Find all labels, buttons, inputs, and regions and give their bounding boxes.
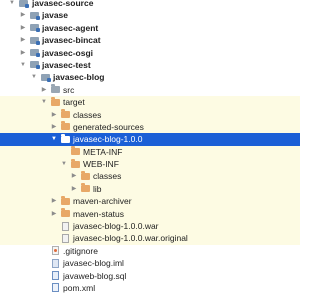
tree-item-war-original-file[interactable]: javasec-blog-1.0.0.war.original	[0, 232, 300, 245]
tree-item-label: javasec-blog-1.0.0.war	[73, 221, 159, 232]
chevron-down-icon[interactable]: ▼	[40, 96, 48, 108]
tree-item-label: javaweb-blog.sql	[63, 270, 127, 281]
file-icon	[62, 233, 69, 243]
chevron-right-icon[interactable]: ▶	[40, 84, 48, 96]
module-folder-icon	[19, 0, 29, 8]
tree-item-label: META-INF	[83, 146, 123, 157]
tree-item-javasec-bincat[interactable]: ▶ javasec-bincat	[0, 34, 300, 46]
excluded-folder-icon	[61, 109, 70, 119]
tree-item-label: src	[63, 84, 75, 95]
module-folder-icon	[41, 73, 51, 82]
module-folder-icon	[30, 49, 40, 58]
tree-item-classes[interactable]: ▶ classes	[0, 108, 300, 121]
excluded-folder-icon	[51, 96, 60, 106]
tree-item-lib[interactable]: ▶ lib	[0, 182, 300, 196]
chevron-right-icon[interactable]: ▶	[19, 9, 27, 21]
excluded-folder-icon	[81, 183, 90, 193]
chevron-down-icon[interactable]: ▼	[8, 0, 16, 9]
chevron-right-icon[interactable]: ▶	[50, 195, 58, 207]
tree-item-web-inf[interactable]: ▼ WEB-INF	[0, 158, 300, 171]
tree-item-label: javasec-blog-1.0.0.war.original	[73, 233, 188, 244]
excluded-folder-icon	[61, 208, 70, 218]
folder-icon	[51, 84, 60, 94]
tree-item-meta-inf[interactable]: META-INF	[0, 145, 300, 159]
chevron-down-icon[interactable]: ▼	[30, 71, 38, 83]
tree-item-target[interactable]: ▼ target	[0, 96, 300, 109]
tree-item-iml-file[interactable]: javasec-blog.iml	[0, 257, 300, 269]
folder-icon	[61, 133, 70, 143]
chevron-right-icon[interactable]: ▶	[19, 22, 27, 34]
sql-file-icon	[52, 271, 59, 281]
tree-item-label: generated-sources	[73, 121, 144, 132]
tree-item-javasec-osgi[interactable]: ▶ javasec-osgi	[0, 47, 300, 59]
chevron-right-icon[interactable]: ▶	[50, 109, 58, 121]
tree-item-label: classes	[73, 109, 102, 120]
tree-item-label: .gitignore	[63, 245, 98, 256]
tree-item-src[interactable]: ▶ src	[0, 84, 300, 96]
xml-file-icon	[52, 283, 59, 293]
chevron-down-icon[interactable]: ▼	[19, 59, 27, 71]
iml-file-icon	[52, 258, 59, 268]
tree-item-label: javase	[42, 10, 68, 21]
tree-item-javasec-test[interactable]: ▼ javasec-test	[0, 59, 300, 71]
chevron-right-icon[interactable]: ▶	[19, 47, 27, 59]
excluded-folder-icon	[71, 146, 80, 156]
excluded-folder-icon	[61, 195, 70, 205]
tree-item-javasec-agent[interactable]: ▶ javasec-agent	[0, 22, 300, 34]
tree-item-label: javasec-test	[42, 59, 91, 70]
chevron-down-icon[interactable]: ▼	[50, 133, 58, 145]
tree-item-generated-sources[interactable]: ▶ generated-sources	[0, 120, 300, 134]
module-folder-icon	[30, 11, 40, 20]
module-folder-icon	[30, 61, 40, 70]
chevron-right-icon[interactable]: ▶	[70, 183, 78, 195]
tree-item-maven-status[interactable]: ▶ maven-status	[0, 207, 300, 221]
tree-item-label: WEB-INF	[83, 159, 119, 170]
excluded-folder-icon	[81, 170, 90, 180]
tree-item-label: javasec-bincat	[42, 35, 101, 46]
tree-item-javasec-blog[interactable]: ▼ javasec-blog	[0, 71, 300, 83]
tree-item-label: maven-archiver	[73, 196, 132, 207]
tree-item-label: javasec-source	[32, 0, 94, 8]
tree-item-label: javasec-agent	[42, 22, 99, 33]
tree-item-label: javasec-blog.iml	[63, 258, 124, 269]
project-tree: ▼ javasec-source ▶ javase ▶ javasec-agen…	[0, 0, 300, 294]
tree-item-web-inf-classes[interactable]: ▶ classes	[0, 170, 300, 183]
tree-item-label: classes	[93, 171, 122, 182]
excluded-folder-icon	[71, 158, 80, 168]
tree-item-label: maven-status	[73, 208, 125, 219]
tree-item-pom-xml[interactable]: pom.xml	[0, 282, 300, 294]
chevron-right-icon[interactable]: ▶	[70, 170, 78, 182]
module-folder-icon	[30, 24, 40, 33]
tree-item-war-file[interactable]: javasec-blog-1.0.0.war	[0, 220, 300, 233]
tree-item-javase[interactable]: ▶ javase	[0, 9, 300, 21]
tree-item-maven-archiver[interactable]: ▶ maven-archiver	[0, 195, 300, 208]
excluded-folder-icon	[61, 121, 70, 131]
tree-item-javasec-blog-1-0-0[interactable]: ▼ javasec-blog-1.0.0	[0, 133, 300, 146]
tree-item-label: lib	[93, 183, 102, 194]
chevron-down-icon[interactable]: ▼	[60, 158, 68, 170]
chevron-right-icon[interactable]: ▶	[50, 121, 58, 133]
archive-file-icon	[62, 221, 69, 231]
gitignore-file-icon	[52, 246, 59, 256]
tree-item-sql-file[interactable]: javaweb-blog.sql	[0, 270, 300, 282]
tree-item-javasec-source[interactable]: ▼ javasec-source	[0, 0, 300, 9]
tree-item-label: target	[63, 97, 85, 108]
module-folder-icon	[30, 36, 40, 45]
tree-item-label: javasec-blog	[53, 72, 105, 83]
tree-item-label: pom.xml	[63, 282, 96, 293]
tree-item-label: javasec-blog-1.0.0	[73, 134, 143, 145]
tree-item-gitignore[interactable]: .gitignore	[0, 245, 300, 257]
chevron-right-icon[interactable]: ▶	[19, 34, 27, 46]
chevron-right-icon[interactable]: ▶	[50, 208, 58, 220]
tree-item-label: javasec-osgi	[42, 47, 94, 58]
